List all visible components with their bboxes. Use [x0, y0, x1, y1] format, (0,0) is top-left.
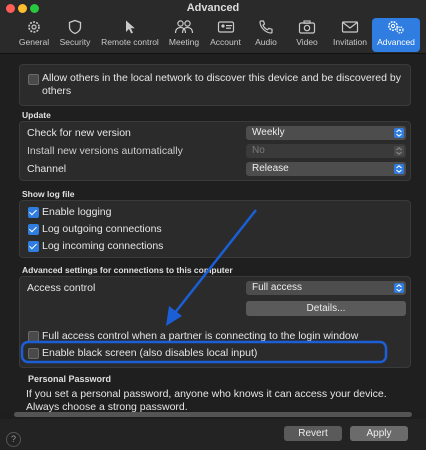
annotation-arrow-line — [173, 209, 257, 315]
highlight-box — [20, 340, 388, 364]
annotation-overlay — [20, 209, 388, 364]
annotation-arrow-head — [166, 306, 182, 326]
